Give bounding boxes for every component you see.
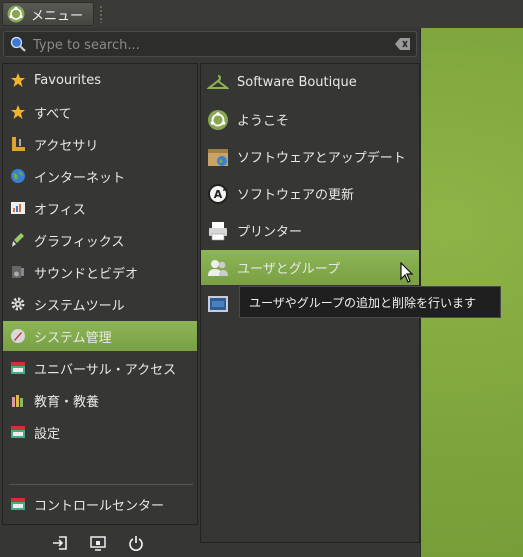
power-icon[interactable]	[128, 535, 144, 551]
mouse-cursor-icon	[400, 262, 414, 283]
app-label: Software Boutique	[237, 75, 357, 90]
category-label: アクセサリ	[34, 138, 99, 154]
category-label: ユニバーサル・アクセス	[34, 362, 177, 378]
app-label: ソフトウェアの更新	[237, 188, 355, 203]
search-icon	[10, 36, 26, 52]
category-list: Favourites すべて アクセサリ インターネット オフィス グラフィック…	[2, 63, 198, 525]
graphics-icon	[12, 233, 24, 247]
system-admin-icon	[11, 329, 25, 343]
category-all[interactable]: すべて	[3, 97, 197, 127]
app-label: プリンター	[237, 225, 303, 240]
menu-button[interactable]: メニュー	[2, 2, 94, 26]
logout-icon[interactable]	[52, 535, 68, 551]
app-label: ユーザとグループ	[237, 262, 340, 277]
category-accessories[interactable]: アクセサリ	[3, 129, 197, 159]
app-software-boutique[interactable]: Software Boutique	[201, 65, 419, 100]
category-label: 教育・教養	[34, 394, 100, 410]
category-label: サウンドとビデオ	[34, 266, 139, 282]
category-label: インターネット	[34, 170, 126, 186]
hanger-icon	[207, 74, 229, 89]
tooltip: ユーザやグループの追加と削除を行います	[239, 286, 501, 318]
category-system-admin[interactable]: システム管理	[3, 321, 197, 351]
category-office[interactable]: オフィス	[3, 193, 197, 223]
monitor-icon	[208, 295, 228, 312]
software-updates-icon	[208, 148, 228, 166]
category-control-center[interactable]: コントロールセンター	[3, 489, 197, 519]
app-software-and-updates[interactable]: ソフトウェアとアップデート	[201, 139, 419, 174]
settings-icon	[11, 426, 25, 438]
accessibility-icon	[11, 362, 25, 374]
svg-text:A: A	[214, 188, 223, 201]
category-settings[interactable]: 設定	[3, 417, 197, 447]
session-buttons	[0, 523, 198, 557]
category-label: すべて	[34, 106, 72, 122]
app-users-and-groups[interactable]: ユーザとグループ	[201, 250, 419, 285]
users-icon	[208, 259, 228, 276]
category-sound-video[interactable]: サウンドとビデオ	[3, 257, 197, 287]
clear-search-icon[interactable]	[395, 37, 411, 51]
education-icon	[12, 395, 23, 407]
software-updater-icon: A	[208, 183, 228, 204]
multimedia-icon	[12, 266, 24, 278]
top-panel: メニュー	[0, 0, 523, 28]
category-label: グラフィックス	[34, 234, 125, 250]
office-icon	[11, 202, 25, 214]
ubuntu-mate-icon	[7, 5, 25, 23]
category-label: 設定	[34, 426, 61, 442]
menu-button-label: メニュー	[31, 8, 84, 24]
gear-icon	[11, 297, 25, 311]
accessories-icon	[12, 137, 25, 151]
tooltip-text: ユーザやグループの追加と削除を行います	[249, 295, 477, 310]
app-label: ようこそ	[237, 114, 290, 129]
category-internet[interactable]: インターネット	[3, 161, 197, 191]
category-label: コントロールセンター	[34, 498, 165, 514]
lock-screen-icon[interactable]	[90, 535, 106, 551]
category-favourites[interactable]: Favourites	[3, 65, 197, 95]
printer-icon	[209, 221, 227, 240]
category-education[interactable]: 教育・教養	[3, 385, 197, 415]
app-welcome[interactable]: ようこそ	[201, 102, 419, 137]
app-label: ソフトウェアとアップデート	[237, 151, 406, 166]
search-input[interactable]	[31, 34, 385, 56]
category-universal-access[interactable]: ユニバーサル・アクセス	[3, 353, 197, 383]
ubuntu-mate-icon	[208, 109, 228, 130]
search-box	[3, 31, 417, 57]
category-system-tools[interactable]: システムツール	[3, 289, 197, 319]
category-label: オフィス	[34, 202, 86, 218]
control-center-icon	[11, 498, 25, 510]
app-software-updater[interactable]: A ソフトウェアの更新	[201, 176, 419, 211]
panel-drag-handle[interactable]	[99, 5, 103, 23]
category-separator	[9, 484, 193, 485]
category-label: システム管理	[34, 330, 112, 346]
star-icon	[11, 105, 25, 119]
category-label: Favourites	[34, 72, 101, 88]
category-label: システムツール	[34, 298, 125, 314]
globe-icon	[11, 169, 25, 183]
app-printers[interactable]: プリンター	[201, 213, 419, 248]
category-graphics[interactable]: グラフィックス	[3, 225, 197, 255]
star-icon	[11, 73, 25, 87]
